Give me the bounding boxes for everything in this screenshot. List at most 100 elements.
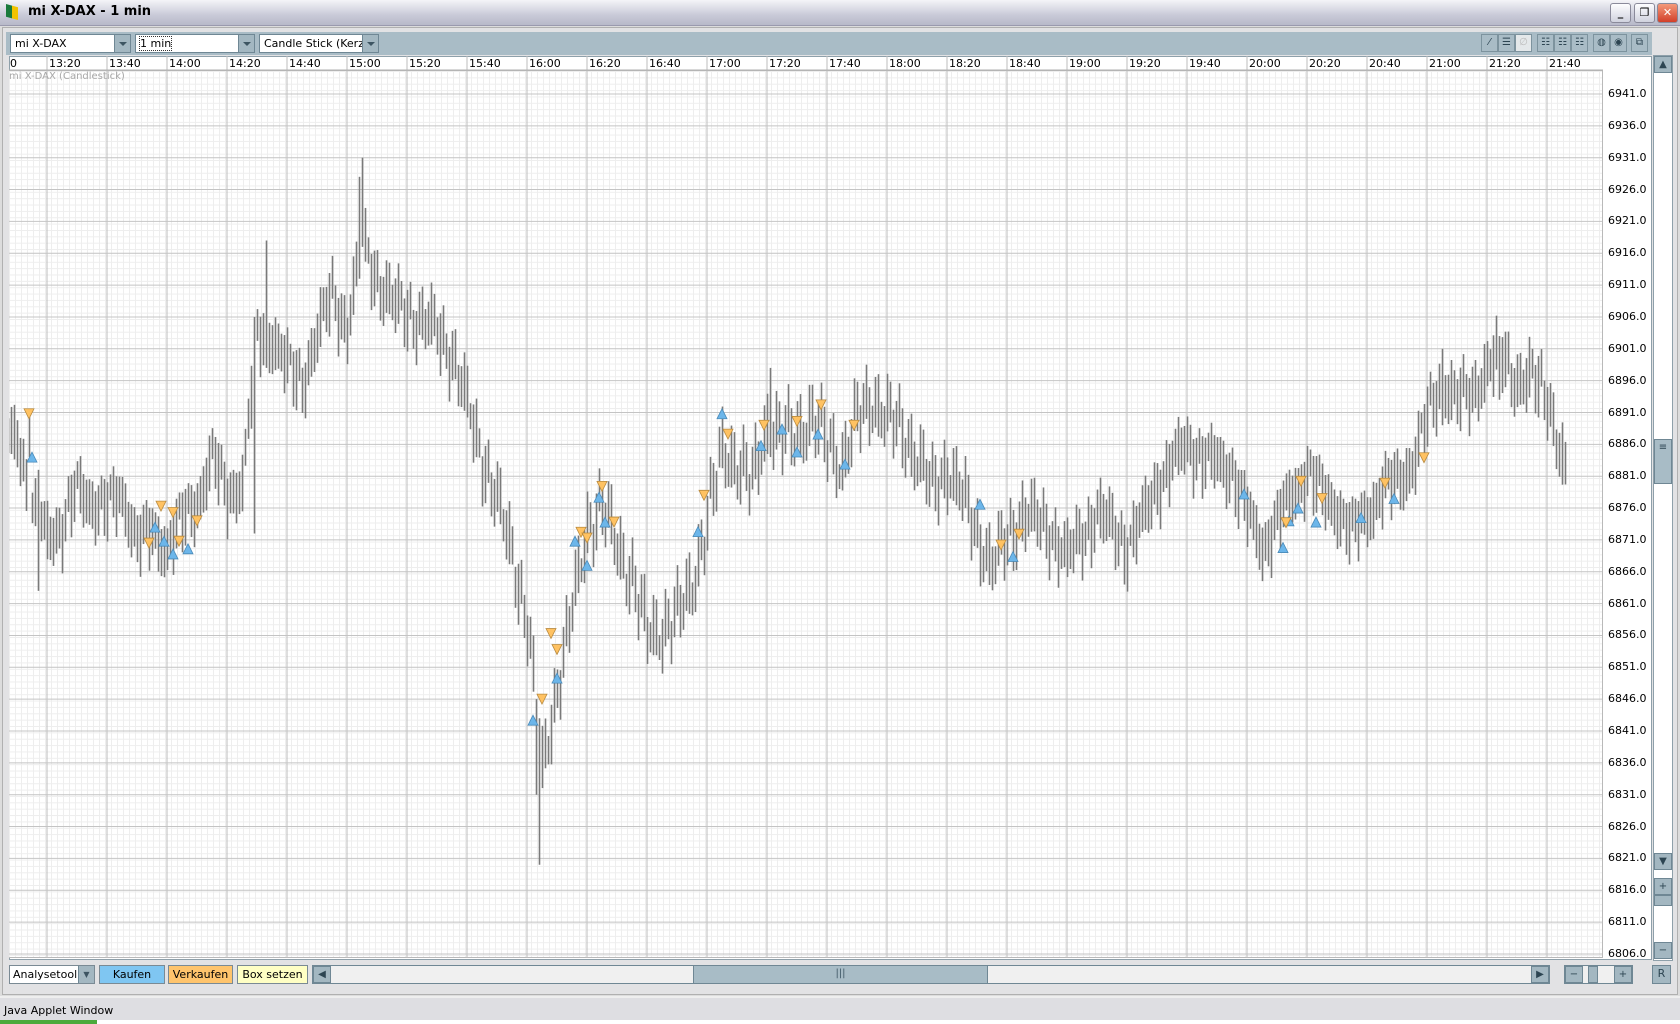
horizontal-zoom-in-button[interactable]: + [1614, 966, 1632, 983]
time-tick-label: 15:40 [469, 57, 501, 70]
buy-signal-marker [974, 498, 986, 510]
time-tick-label: 17:00 [709, 57, 741, 70]
interval-select[interactable]: 1 min [135, 34, 255, 53]
status-bar [0, 996, 1680, 1020]
time-tick-label: 20:20 [1309, 57, 1341, 70]
buy-signal-marker [182, 542, 194, 555]
buy-signal-marker [1277, 541, 1289, 553]
price-tick-label: 6831.0 [1608, 787, 1647, 801]
time-tick-label: 16:00 [529, 57, 561, 70]
buy-signal-marker [26, 451, 38, 463]
chevron-down-icon[interactable] [362, 35, 378, 52]
price-tick-label: 6816.0 [1608, 883, 1647, 897]
horizontal-scroll-thumb[interactable]: ||| [693, 966, 988, 983]
vertical-scroll-thumb[interactable]: ≡ [1654, 439, 1672, 484]
vertical-scrollbar[interactable]: ▲ ≡ ▼ + − [1653, 55, 1673, 961]
time-tick-label: 16:20 [589, 57, 621, 70]
instrument-select[interactable]: mi X-DAX [10, 34, 131, 53]
time-tick-label: 15:20 [409, 57, 441, 70]
vertical-zoom-thumb[interactable] [1654, 895, 1672, 906]
price-tick-label: 6836.0 [1608, 755, 1647, 769]
time-tick-label: 13:40 [109, 57, 141, 70]
chevron-down-icon[interactable] [114, 35, 130, 52]
price-tick-label: 6901.0 [1608, 341, 1647, 355]
time-tick-label: 20:00 [1249, 57, 1281, 70]
detach-window-icon[interactable]: ⧉ [1631, 34, 1648, 52]
price-tick-label: 6856.0 [1608, 628, 1647, 642]
sell-signal-marker [596, 480, 608, 493]
reset-button[interactable]: R [1652, 965, 1671, 984]
start-button[interactable] [0, 1020, 97, 1024]
buy-signal-marker [167, 548, 179, 560]
horizontal-zoom-out-button[interactable]: − [1565, 966, 1583, 983]
price-tick-label: 6941.0 [1608, 87, 1647, 100]
horizontal-scrollbar[interactable]: ◀ ||| ▶ [312, 965, 1550, 984]
candlestick-chart[interactable] [9, 56, 1609, 960]
time-tick-label: 0 [10, 57, 17, 70]
status-text: Java Applet Window [4, 1004, 114, 1017]
sell-signal-marker [545, 628, 557, 640]
taskbar-strip [0, 1020, 1680, 1024]
grid-1-icon[interactable]: ☷ [1537, 34, 1554, 52]
analysis-tool-select[interactable]: Analysetool ▼ [9, 965, 95, 984]
horizontal-zoom-slider[interactable]: − + [1564, 965, 1633, 984]
scroll-down-button[interactable]: ▼ [1654, 853, 1672, 870]
time-tick-label: 19:20 [1129, 57, 1161, 70]
chart-type-select[interactable]: Candle Stick (Kerzen [259, 34, 379, 53]
price-tick-label: 6906.0 [1608, 309, 1647, 323]
buy-signal-marker [1388, 492, 1400, 504]
chevron-down-icon[interactable] [238, 35, 254, 52]
price-tick-label: 6881.0 [1608, 469, 1647, 483]
interval-value: 1 min [138, 36, 173, 51]
grid-2-icon[interactable]: ☷ [1554, 34, 1571, 52]
buy-signal-marker [812, 428, 824, 440]
horizontal-zoom-thumb[interactable] [1588, 966, 1598, 983]
price-tick-label: 6916.0 [1608, 246, 1647, 260]
set-box-button[interactable]: Box setzen [237, 965, 308, 984]
indicator-2-icon[interactable]: ◉ [1610, 34, 1627, 52]
time-tick-label: 17:40 [829, 57, 861, 70]
vertical-zoom-out-button[interactable]: − [1654, 942, 1672, 959]
time-tick-label: 18:00 [889, 57, 921, 70]
time-tick-label: 16:40 [649, 57, 681, 70]
buy-signal-marker [581, 559, 593, 571]
chevron-down-icon[interactable]: ▼ [78, 966, 94, 983]
price-tick-label: 6871.0 [1608, 532, 1647, 546]
sell-button[interactable]: Verkaufen [168, 965, 233, 984]
scroll-left-button[interactable]: ◀ [313, 966, 331, 983]
vertical-zoom-in-button[interactable]: + [1654, 878, 1672, 895]
price-tick-label: 6811.0 [1608, 915, 1647, 929]
price-tick-label: 6826.0 [1608, 819, 1647, 833]
price-tick-label: 6931.0 [1608, 150, 1647, 164]
time-tick-label: 18:40 [1009, 57, 1041, 70]
horizontal-lines-icon[interactable]: ☰ [1498, 34, 1515, 52]
scroll-right-button[interactable]: ▶ [1531, 966, 1549, 983]
time-tick-label: 14:20 [229, 57, 261, 70]
sell-signal-marker [551, 644, 563, 656]
indicator-1-icon[interactable]: ◍ [1593, 34, 1610, 52]
sell-signal-marker [608, 516, 620, 528]
price-tick-label: 6921.0 [1608, 214, 1647, 228]
minimize-button[interactable]: _ [1610, 3, 1631, 23]
grid-3-icon[interactable]: ☷ [1571, 34, 1588, 52]
buy-button[interactable]: Kaufen [99, 965, 165, 984]
price-tick-label: 6896.0 [1608, 373, 1647, 387]
restore-button[interactable]: ❐ [1634, 3, 1655, 23]
sell-signal-marker [581, 532, 593, 544]
close-button[interactable]: ✕ [1657, 3, 1678, 23]
scroll-up-button[interactable]: ▲ [1654, 56, 1672, 73]
time-tick-label: 14:40 [289, 57, 321, 70]
price-tick-label: 6936.0 [1608, 118, 1647, 132]
draw-line-icon[interactable]: ⁄ [1481, 34, 1498, 52]
window-title: mi X-DAX - 1 min [28, 4, 152, 19]
price-tick-label: 6866.0 [1608, 564, 1647, 578]
time-tick-label: 20:40 [1369, 57, 1401, 70]
instrument-value: mi X-DAX [15, 37, 67, 50]
time-tick-label: 19:00 [1069, 57, 1101, 70]
sell-signal-marker [191, 515, 203, 527]
price-tick-label: 6861.0 [1608, 596, 1647, 610]
buy-signal-marker [716, 407, 728, 420]
price-tick-label: 6821.0 [1608, 851, 1647, 865]
price-tick-label: 6886.0 [1608, 437, 1647, 451]
sell-signal-marker [155, 500, 167, 513]
